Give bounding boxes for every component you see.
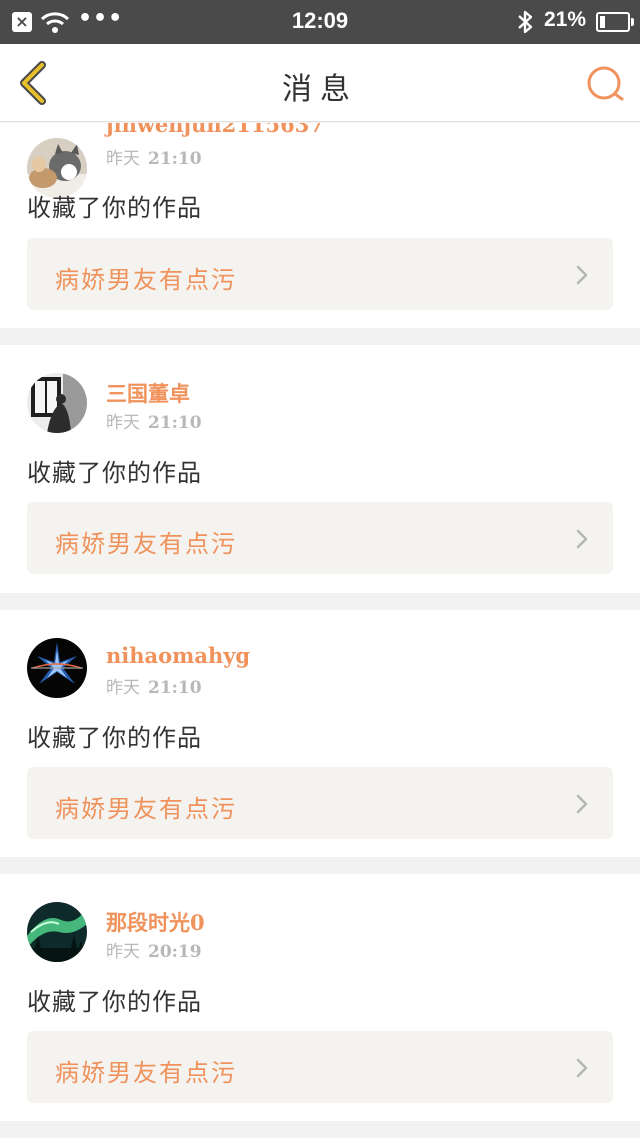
action-text: 收藏了你的作品	[27, 988, 202, 1016]
time-label: 21:10	[148, 678, 202, 698]
action-text: 收藏了你的作品	[27, 194, 202, 222]
window-figure-avatar	[27, 373, 87, 433]
username[interactable]: 三国董卓	[106, 378, 190, 408]
search-icon[interactable]	[584, 62, 628, 106]
aurora-avatar	[27, 902, 87, 962]
chevron-right-icon	[576, 265, 588, 285]
battery-icon	[596, 12, 634, 32]
timestamp: 昨天 21:10	[106, 144, 202, 169]
work-link[interactable]: 病娇男友有点污	[27, 1031, 613, 1103]
date-label: 昨天	[106, 413, 140, 433]
chevron-right-icon	[576, 1058, 588, 1078]
work-title: 病娇男友有点污	[55, 1059, 237, 1087]
timestamp: 昨天 21:10	[106, 408, 202, 433]
message-list[interactable]: jinwenjun2115637 昨天 21:10 收藏了你的作品 病娇男友有点污	[0, 123, 640, 1138]
date-label: 昨天	[106, 149, 140, 169]
avatar[interactable]	[27, 902, 87, 962]
timestamp: 昨天 20:19	[106, 937, 202, 962]
work-link[interactable]: 病娇男友有点污	[27, 502, 613, 574]
message-item: jinwenjun2115637 昨天 21:10 收藏了你的作品 病娇男友有点污	[0, 123, 640, 328]
action-text: 收藏了你的作品	[27, 724, 202, 752]
action-text: 收藏了你的作品	[27, 459, 202, 487]
battery-percentage: 21%	[544, 8, 587, 31]
message-item: nihaomahyg 昨天 21:10 收藏了你的作品 病娇男友有点污	[0, 610, 640, 857]
chevron-right-icon	[576, 794, 588, 814]
battery-level	[600, 16, 605, 28]
message-item: 那段时光0 昨天 20:19 收藏了你的作品 病娇男友有点污	[0, 874, 640, 1121]
time-label: 21:10	[148, 413, 202, 433]
nav-bar: 消息	[0, 44, 640, 122]
avatar[interactable]	[27, 373, 87, 433]
username[interactable]: jinwenjun2115637	[106, 123, 324, 137]
date-label: 昨天	[106, 678, 140, 698]
work-title: 病娇男友有点污	[55, 795, 237, 823]
username[interactable]: 那段时光0	[106, 907, 205, 937]
work-link[interactable]: 病娇男友有点污	[27, 238, 613, 310]
time-label: 20:19	[148, 942, 202, 962]
message-item: 三国董卓 昨天 21:10 收藏了你的作品 病娇男友有点污	[0, 345, 640, 593]
timestamp: 昨天 21:10	[106, 673, 202, 698]
time-label: 21:10	[148, 149, 202, 169]
date-label: 昨天	[106, 942, 140, 962]
work-title: 病娇男友有点污	[55, 530, 237, 558]
chevron-right-icon	[576, 529, 588, 549]
blue-star-avatar	[27, 638, 87, 698]
work-title: 病娇男友有点污	[55, 266, 237, 294]
bluetooth-icon	[518, 10, 533, 34]
work-link[interactable]: 病娇男友有点污	[27, 767, 613, 839]
status-bar: × ••• 12:09 21%	[0, 0, 640, 44]
avatar[interactable]	[27, 638, 87, 698]
username[interactable]: nihaomahyg	[106, 643, 250, 668]
page-title: 消息	[282, 72, 358, 107]
